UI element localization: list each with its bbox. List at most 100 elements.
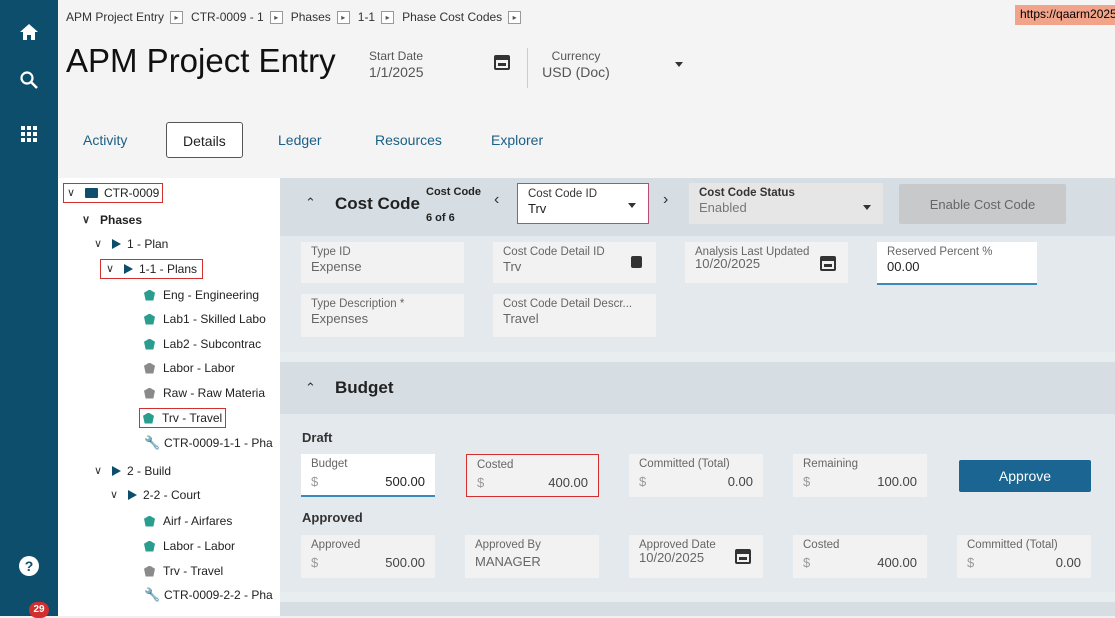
- calendar-icon[interactable]: [735, 548, 751, 567]
- cost-code-detail-description-field: Cost Code Detail Descr... Travel: [493, 294, 656, 337]
- calendar-icon[interactable]: [494, 54, 510, 70]
- cost-code-header: ⌃ Cost Code Cost Code 6 of 6 ‹ Cost Code…: [280, 178, 1115, 236]
- start-date-field: Start Date 1/1/2025: [369, 49, 424, 80]
- approved-committed-field: Committed (Total) $0.00: [957, 535, 1091, 578]
- approved-by-value: MANAGER: [475, 554, 541, 569]
- tree-item-cost-code[interactable]: Eng - Engineering: [144, 285, 259, 305]
- breadcrumb-item[interactable]: 1-1: [358, 10, 375, 24]
- chevron-down-icon[interactable]: ∨: [110, 485, 122, 505]
- tree-item-cost-code[interactable]: Raw - Raw Materia: [144, 383, 265, 403]
- cost-code-detail-description-label: Cost Code Detail Descr...: [503, 298, 633, 310]
- tree-node-root[interactable]: ∨ CTR-0009: [63, 183, 164, 203]
- tree-item-phase-detail[interactable]: 🔧 CTR-0009-2-2 - Pha: [144, 585, 273, 605]
- next-section-header: [280, 602, 1115, 616]
- cost-code-icon: [144, 338, 155, 350]
- currency-dropdown-icon[interactable]: [675, 62, 683, 67]
- budget-title: Budget: [335, 378, 394, 397]
- tab-activity[interactable]: Activity: [83, 122, 127, 158]
- chevron-down-icon[interactable]: ∨: [94, 234, 106, 254]
- type-description-value: Expenses: [311, 311, 369, 326]
- chevron-down-icon[interactable]: [863, 205, 871, 210]
- chevron-right-icon[interactable]: ▸: [336, 10, 350, 24]
- approve-button[interactable]: Approve: [959, 460, 1091, 492]
- currency-field[interactable]: Currency USD (Doc): [536, 49, 616, 80]
- tree-item-cost-code[interactable]: Labor - Labor: [144, 536, 235, 556]
- chevron-right-icon[interactable]: ▸: [381, 10, 395, 24]
- currency-symbol: $: [311, 474, 319, 489]
- breadcrumb-item[interactable]: CTR-0009 - 1: [191, 10, 264, 24]
- cost-code-detail-id-value: Trv: [503, 259, 522, 274]
- lookup-icon[interactable]: [631, 256, 642, 268]
- approved-amount-field: Approved $500.00: [301, 535, 435, 578]
- tree-node-court[interactable]: ∨ 2-2 - Court: [110, 485, 200, 505]
- tree-item-cost-code[interactable]: Trv - Travel: [144, 561, 223, 581]
- next-record-icon[interactable]: ›: [663, 191, 668, 209]
- approved-committed-label: Committed (Total): [967, 539, 1058, 551]
- phase-arrow-icon: [124, 264, 133, 274]
- home-icon[interactable]: [15, 18, 43, 46]
- calendar-icon[interactable]: [820, 255, 836, 274]
- chevron-down-icon[interactable]: ∨: [94, 461, 106, 481]
- apps-grid-icon[interactable]: [15, 120, 43, 148]
- approved-by-label: Approved By: [475, 539, 541, 551]
- draft-committed-field: Committed (Total) $0.00: [629, 454, 763, 497]
- tree-node-phases[interactable]: ∨ Phases: [82, 210, 142, 230]
- type-id-field: Type ID Expense: [301, 242, 464, 283]
- collapse-caret-icon[interactable]: ⌃: [305, 380, 316, 396]
- search-icon[interactable]: [15, 66, 43, 94]
- currency-symbol: $: [311, 555, 319, 570]
- chevron-right-icon[interactable]: ▸: [508, 10, 522, 24]
- type-id-value: Expense: [311, 259, 362, 274]
- approved-amount-label: Approved: [311, 539, 361, 551]
- tree-node-label: Airf - Airfares: [163, 514, 233, 528]
- phase-arrow-icon: [112, 466, 121, 476]
- chevron-right-icon[interactable]: ▸: [170, 10, 184, 24]
- breadcrumb-item[interactable]: Phases: [291, 10, 331, 24]
- breadcrumb-item[interactable]: Phase Cost Codes: [402, 10, 502, 24]
- currency-label: Currency: [551, 49, 601, 63]
- chevron-down-icon[interactable]: [628, 203, 636, 208]
- svg-text:?: ?: [25, 558, 34, 574]
- tree-item-cost-code[interactable]: Airf - Airfares: [144, 511, 232, 531]
- tree-item-cost-code-selected[interactable]: Trv - Travel: [139, 408, 227, 428]
- tab-explorer[interactable]: Explorer: [491, 122, 543, 158]
- chevron-down-icon[interactable]: ∨: [106, 259, 118, 279]
- cost-code-detail-id-field[interactable]: Cost Code Detail ID Trv: [493, 242, 656, 283]
- tree-node-label: Raw - Raw Materia: [163, 386, 266, 400]
- cost-code-detail-description-value: Travel: [503, 311, 539, 326]
- reserved-percent-input[interactable]: Reserved Percent % 00.00: [877, 242, 1037, 285]
- tree-node-plans[interactable]: ∨ 1-1 - Plans: [100, 259, 204, 279]
- tree-node-plan[interactable]: ∨ 1 - Plan: [94, 234, 168, 254]
- tab-resources[interactable]: Resources: [375, 122, 442, 158]
- help-icon[interactable]: ?: [15, 552, 43, 580]
- tree-node-build[interactable]: ∨ 2 - Build: [94, 461, 171, 481]
- cost-code-detail-id-label: Cost Code Detail ID: [503, 246, 605, 258]
- tab-details[interactable]: Details: [166, 122, 243, 158]
- approved-committed-value: 0.00: [1055, 555, 1081, 570]
- tree-node-label: Lab1 - Skilled Labo: [163, 312, 266, 326]
- chevron-down-icon[interactable]: ∨: [82, 210, 94, 230]
- tree-item-phase-detail[interactable]: 🔧 CTR-0009-1-1 - Pha: [144, 433, 273, 453]
- chevron-right-icon[interactable]: ▸: [269, 10, 283, 24]
- tree-node-label: 2-2 - Court: [143, 488, 201, 502]
- draft-costed-field: Costed $400.00: [466, 454, 599, 497]
- tree-node-label: Labor - Labor: [163, 361, 236, 375]
- budget-header: ⌃ Budget: [280, 362, 1115, 414]
- chevron-down-icon[interactable]: ∨: [67, 183, 79, 203]
- previous-record-icon[interactable]: ‹: [494, 191, 499, 209]
- budget-input[interactable]: Budget $500.00: [301, 454, 435, 497]
- tab-ledger[interactable]: Ledger: [278, 122, 322, 158]
- breadcrumb-item[interactable]: APM Project Entry: [66, 10, 164, 24]
- cost-code-icon: [144, 515, 155, 527]
- cost-code-status-select[interactable]: Cost Code Status Enabled: [689, 183, 883, 224]
- collapse-caret-icon[interactable]: ⌃: [305, 195, 316, 211]
- project-tree: ∨ CTR-0009 ∨ Phases ∨ 1 - Plan ∨ 1-1 - Plans…: [58, 178, 280, 616]
- currency-symbol: $: [803, 555, 811, 570]
- tree-node-label: Trv - Travel: [163, 564, 224, 578]
- tree-item-cost-code[interactable]: Lab1 - Skilled Labo: [144, 309, 266, 329]
- cost-code-id-select[interactable]: Cost Code ID Trv: [517, 183, 649, 224]
- tree-item-cost-code[interactable]: Labor - Labor: [144, 358, 235, 378]
- tree-node-label: Eng - Engineering: [163, 288, 260, 302]
- enable-cost-code-button[interactable]: Enable Cost Code: [899, 184, 1066, 224]
- tree-item-cost-code[interactable]: Lab2 - Subcontrac: [144, 334, 261, 354]
